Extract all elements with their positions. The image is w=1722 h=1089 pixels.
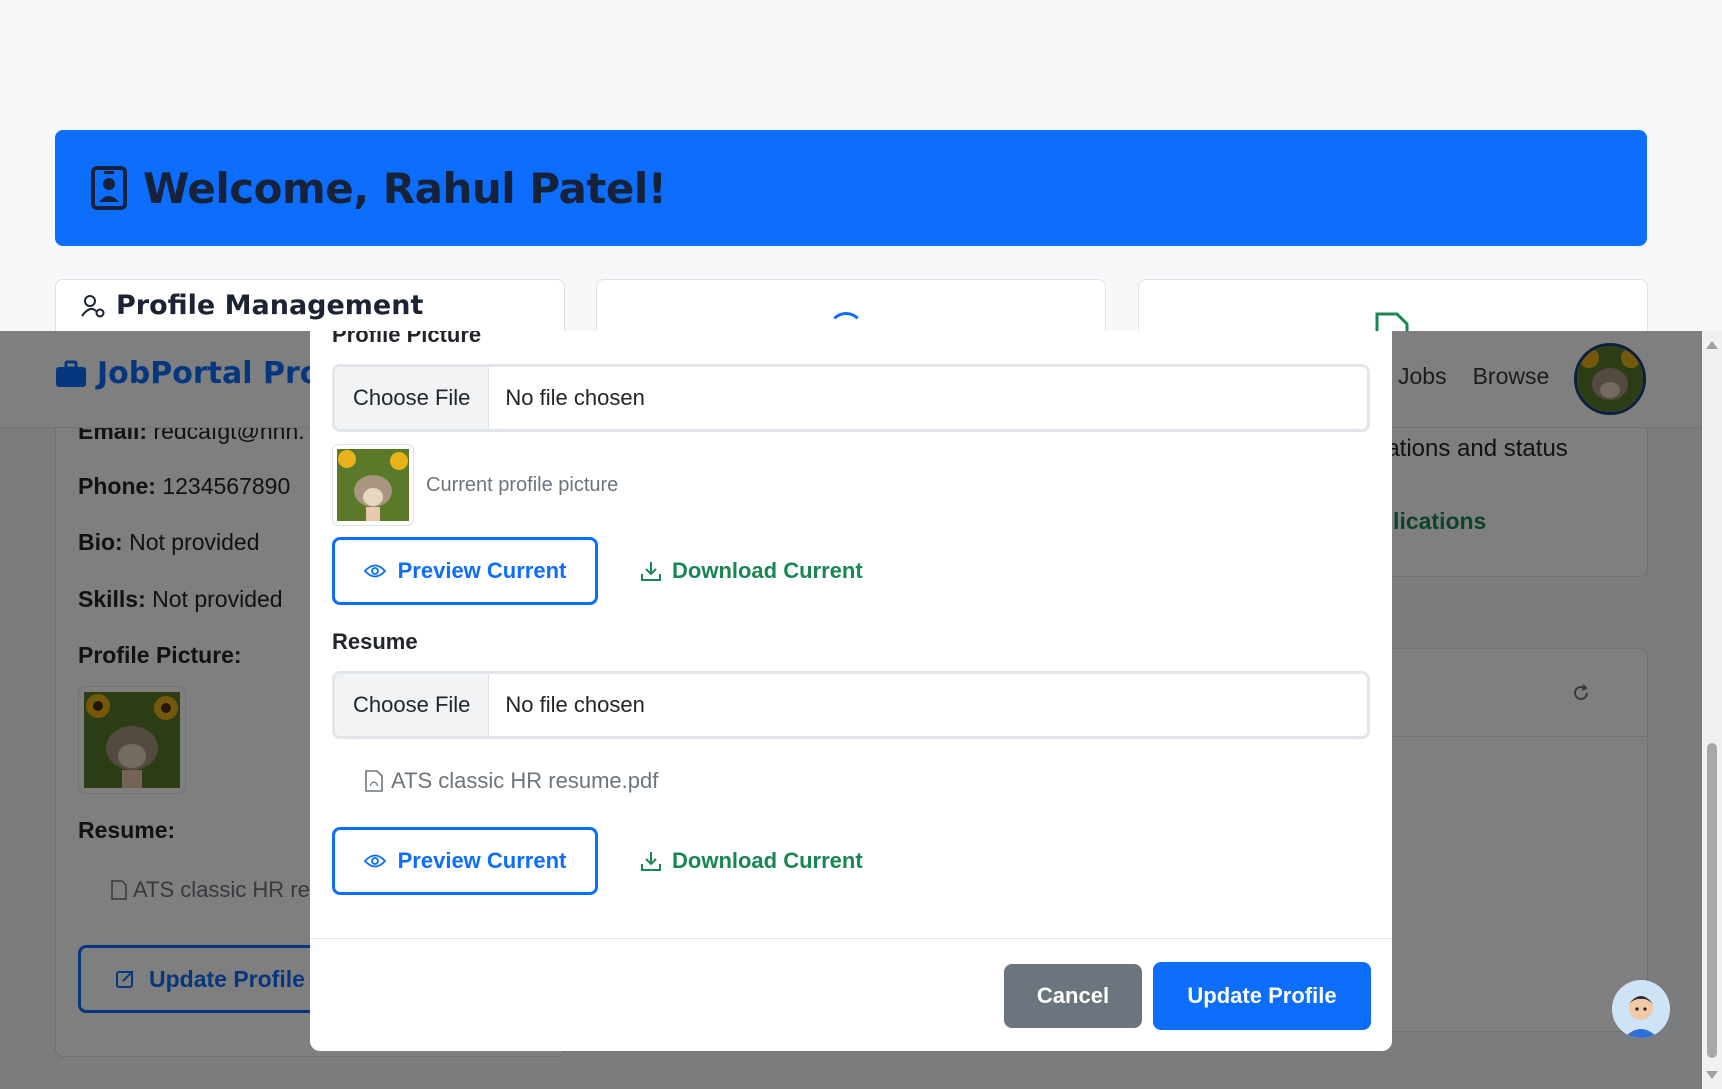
- page-scrollbar[interactable]: [1702, 331, 1722, 1089]
- welcome-banner: Welcome, Rahul Patel!: [55, 130, 1647, 246]
- picture-file-status: No file chosen: [505, 385, 645, 410]
- profile-picture-file-input[interactable]: Choose File No file chosen: [332, 364, 1370, 432]
- eye-icon: [363, 564, 386, 578]
- modal-footer: Cancel Update Profile: [310, 938, 1392, 1051]
- id-badge-icon: [91, 166, 127, 210]
- file-pdf-icon: [365, 770, 383, 792]
- resume-file-status: No file chosen: [505, 692, 645, 717]
- scroll-thumb[interactable]: [1707, 743, 1717, 1058]
- profile-card-heading: Profile Management: [116, 290, 424, 321]
- download-icon: [641, 852, 661, 871]
- modal-picture-label: Profile Picture: [332, 331, 482, 347]
- eye-icon: [363, 854, 386, 868]
- edit-profile-modal: Profile Picture Choose File No file chos…: [310, 331, 1392, 1051]
- cancel-button[interactable]: Cancel: [1004, 964, 1142, 1028]
- chat-assistant-avatar[interactable]: [1612, 980, 1670, 1038]
- scroll-down-icon[interactable]: [1706, 1071, 1718, 1079]
- current-picture-caption: Current profile picture: [426, 473, 619, 496]
- download-icon: [641, 562, 661, 581]
- submit-update-profile-button[interactable]: Update Profile: [1153, 962, 1371, 1030]
- user-gear-icon: [81, 294, 105, 317]
- download-picture-button[interactable]: Download Current: [640, 537, 863, 605]
- resume-choose-file-button[interactable]: Choose File: [335, 674, 490, 736]
- current-picture-thumbnail: [332, 444, 414, 526]
- preview-picture-button[interactable]: Preview Current: [332, 537, 598, 605]
- current-picture: Current profile picture: [332, 444, 618, 526]
- resume-file-input[interactable]: Choose File No file chosen: [332, 671, 1370, 739]
- welcome-title: Welcome, Rahul Patel!: [143, 163, 667, 213]
- scroll-up-icon[interactable]: [1706, 341, 1718, 349]
- current-resume-file[interactable]: ATS classic HR resume.pdf: [365, 768, 658, 794]
- preview-resume-button[interactable]: Preview Current: [332, 827, 598, 895]
- modal-resume-label: Resume: [332, 629, 418, 654]
- picture-choose-file-button[interactable]: Choose File: [335, 367, 490, 429]
- download-resume-button[interactable]: Download Current: [640, 827, 863, 895]
